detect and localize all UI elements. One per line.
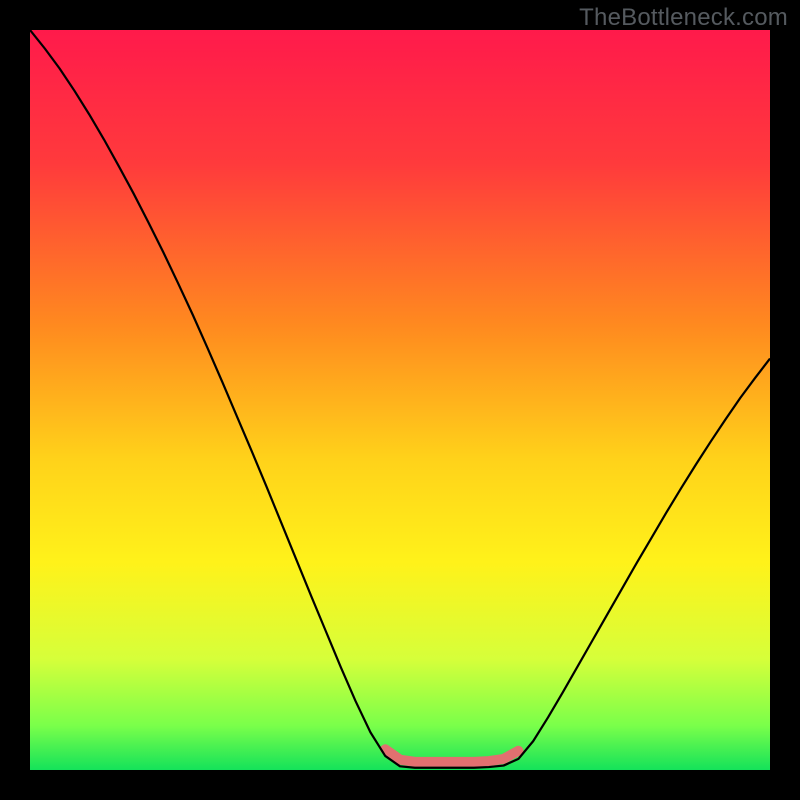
- gradient-background: [30, 30, 770, 770]
- bottleneck-plot: [30, 30, 770, 770]
- watermark-text: TheBottleneck.com: [579, 4, 788, 32]
- chart-frame: TheBottleneck.com: [0, 0, 800, 800]
